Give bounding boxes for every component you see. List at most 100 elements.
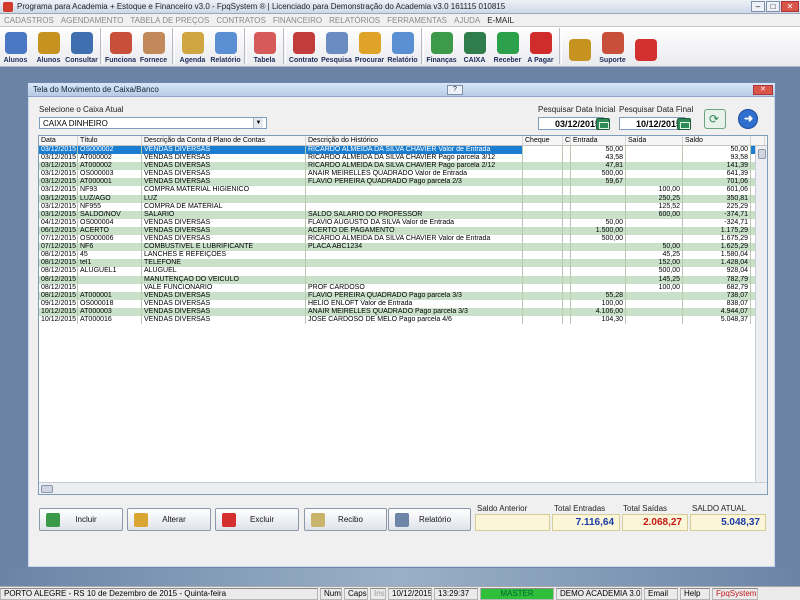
maximize-button[interactable]: □ bbox=[766, 1, 780, 12]
pay-money-icon bbox=[529, 32, 552, 54]
scroll-thumb[interactable] bbox=[41, 485, 53, 493]
table-row[interactable]: 07/12/2015 NF6 COMBUSTIVEL E LUBRIFICANTE P… bbox=[39, 243, 767, 252]
incluir-button[interactable]: Incluir bbox=[39, 508, 123, 531]
table-row[interactable]: 03/12/2015 AT000002 VENDAS DIVERSAS RICARDO… bbox=[39, 154, 767, 163]
movement-table[interactable]: Data Título Descrição da Conta d Plano de … bbox=[38, 135, 768, 495]
excluir-button[interactable]: Excluir bbox=[215, 508, 299, 531]
table-row[interactable]: 08/12/2015 MANUTENÇÃO DO VEÍCULO 145,25 782… bbox=[39, 275, 767, 284]
help-button[interactable]: ? bbox=[446, 84, 463, 95]
toolbar-separator bbox=[559, 28, 562, 64]
menu-item[interactable]: AGENDAMENTO bbox=[61, 16, 124, 25]
table-row[interactable]: 08/12/2015 VALE FUNCIONARIO PROF CARDOSO 10… bbox=[39, 283, 767, 292]
go-button[interactable]: ➜ bbox=[738, 109, 758, 129]
recibo-button[interactable]: Recibo bbox=[304, 508, 387, 531]
status-email-status[interactable]: Email bbox=[644, 587, 678, 600]
table-row[interactable]: 03/12/2015 NF955 COMPRA DE MATERIAL 125,52 2… bbox=[39, 202, 767, 211]
toolbar-button-alunos[interactable]: Alunos bbox=[0, 26, 31, 66]
table-row[interactable]: 10/12/2015 AT000016 VENDAS DIVERSAS JOSE CA… bbox=[39, 315, 767, 325]
column-header[interactable]: Descrição do Histórico bbox=[306, 136, 523, 145]
toolbar-button-fornece[interactable]: Fornece bbox=[138, 26, 169, 66]
table-cell bbox=[306, 202, 523, 211]
toolbar-button-exit[interactable] bbox=[630, 26, 661, 66]
toolbar-button-suporte[interactable]: Suporte bbox=[597, 26, 628, 66]
menu-item[interactable]: CADASTROS bbox=[4, 16, 54, 25]
table-row[interactable]: 09/12/2015 OS000018 VENDAS DIVERSAS HELIO E… bbox=[39, 299, 767, 308]
table-row[interactable]: 08/12/2015 ALUGUEL1 ALUGUEL 500,00 928,04 bbox=[39, 267, 767, 276]
search-icon bbox=[325, 32, 348, 54]
column-header[interactable]: Descrição da Conta d Plano de Contas bbox=[142, 136, 306, 145]
toolbar-button-contrato[interactable]: Contrato bbox=[288, 26, 319, 66]
report-icon bbox=[391, 32, 414, 54]
refresh-button[interactable]: ⟳ bbox=[704, 109, 726, 129]
column-header[interactable]: Saída bbox=[626, 136, 683, 145]
menu-item[interactable]: FINANCEIRO bbox=[273, 16, 322, 25]
toolbar-button-finan-as[interactable]: Finanças bbox=[426, 26, 457, 66]
table-row[interactable]: 03/12/2015 OS000003 VENDAS DIVERSAS ANAIR M… bbox=[39, 170, 767, 179]
refresh-icon: ⟳ bbox=[709, 112, 720, 126]
table-cell: 43,58 bbox=[571, 154, 626, 163]
menu-item[interactable]: AJUDA bbox=[454, 16, 480, 25]
table-row[interactable]: 03/12/2015 AT000002 VENDAS DIVERSAS RICARDO… bbox=[39, 162, 767, 171]
toolbar-button-procurar[interactable]: Procurar bbox=[354, 26, 385, 66]
table-row[interactable]: 08/12/2015 45 LANCHES E REFEIÇÕES 45,25 1.58… bbox=[39, 251, 767, 260]
column-header[interactable]: Entrada bbox=[571, 136, 626, 145]
column-header[interactable]: C bbox=[563, 136, 571, 145]
chevron-down-icon[interactable]: ▼ bbox=[253, 118, 263, 128]
table-cell: JOSE CARDOSO DE MELO Pago parcela 4/6 bbox=[306, 315, 523, 325]
vertical-scrollbar[interactable] bbox=[755, 146, 767, 484]
status-help-status[interactable]: Help bbox=[680, 587, 710, 600]
table-cell: VENDAS DIVERSAS bbox=[142, 146, 306, 155]
start-date-input[interactable]: 03/12/2015 bbox=[538, 117, 604, 130]
calendar-icon[interactable] bbox=[596, 118, 610, 130]
table-cell bbox=[563, 178, 571, 187]
toolbar-button-relat-rio[interactable]: Relatório bbox=[387, 26, 418, 66]
table-row[interactable]: 04/12/2015 OS000004 VENDAS DIVERSAS FLAVIO … bbox=[39, 218, 767, 227]
column-header[interactable]: Título bbox=[78, 136, 142, 145]
toolbar-button-funciona[interactable]: Funciona bbox=[105, 26, 136, 66]
close-button[interactable]: ✕ bbox=[781, 1, 799, 12]
table-row[interactable]: 03/12/2015 SALDO/NOV SALARIO SALDO SALARIO … bbox=[39, 210, 767, 219]
toolbar-button-receber[interactable]: Receber bbox=[492, 26, 523, 66]
scroll-thumb[interactable] bbox=[758, 149, 766, 159]
toolbar-button-consultar[interactable]: Consultar bbox=[65, 26, 98, 66]
column-header[interactable]: Saldo bbox=[683, 136, 751, 145]
table-row[interactable]: 10/12/2015 AT000003 VENDAS DIVERSAS ANAIR M… bbox=[39, 307, 767, 316]
table-row[interactable]: 03/12/2015 OS000002 VENDAS DIVERSAS RICARDO… bbox=[39, 146, 767, 155]
table-row[interactable]: 06/12/2015 ACERTO VENDAS DIVERSAS ACERTO DE… bbox=[39, 226, 767, 236]
end-date-input[interactable]: 10/12/2015 bbox=[619, 117, 685, 130]
table-cell: 03/12/2015 bbox=[41, 154, 78, 163]
alterar-button[interactable]: Alterar bbox=[127, 508, 211, 531]
calendar-icon[interactable] bbox=[677, 118, 691, 130]
table-row[interactable]: 03/12/2015 LUZ/AGO LUZ 250,25 350,81 bbox=[39, 194, 767, 203]
table-row[interactable]: 08/12/2015 tel1 TELEFONE 152,00 1.428,04 bbox=[39, 259, 767, 268]
menu-item[interactable]: E-MAIL bbox=[487, 16, 514, 25]
column-header[interactable]: Data bbox=[39, 136, 78, 145]
toolbar-button-pesquisa[interactable]: Pesquisa bbox=[321, 26, 352, 66]
toolbar-button-tabela[interactable]: Tabela bbox=[249, 26, 280, 66]
total-entries-value: 7.116,64 bbox=[552, 514, 620, 531]
table-row[interactable]: 03/12/2015 AT000001 VENDAS DIVERSAS FLAVIO … bbox=[39, 178, 767, 187]
menu-item[interactable]: RELATÓRIOS bbox=[329, 16, 380, 25]
menu-item[interactable]: FERRAMENTAS bbox=[387, 16, 447, 25]
table-row[interactable]: 08/12/2015 AT000001 VENDAS DIVERSAS FLAVIO … bbox=[39, 291, 767, 300]
column-header[interactable]: Cheque bbox=[523, 136, 563, 145]
toolbar-button-alunos[interactable]: Alunos bbox=[33, 26, 64, 66]
toolbar-button-coins[interactable] bbox=[564, 26, 595, 66]
dialog-close-button[interactable]: ✕ bbox=[752, 84, 773, 95]
status-brand-status[interactable]: FpqSystem bbox=[712, 587, 758, 600]
cash-select[interactable]: CAIXA DINHEIRO ▼ bbox=[39, 117, 267, 129]
menu-item[interactable]: CONTRATOS bbox=[216, 16, 265, 25]
table-cell bbox=[523, 170, 563, 179]
status-insert-mode: Ins bbox=[370, 587, 386, 600]
toolbar-button-a-pagar[interactable]: A Pagar bbox=[525, 26, 556, 66]
horizontal-scrollbar[interactable] bbox=[39, 482, 767, 494]
toolbar-button-agenda[interactable]: Agenda bbox=[177, 26, 208, 66]
menu-item[interactable]: TABELA DE PREÇOS bbox=[130, 16, 209, 25]
table-row[interactable]: 07/12/2015 OS000006 VENDAS DIVERSAS RICARDO… bbox=[39, 235, 767, 244]
toolbar-button-caixa[interactable]: CAIXA bbox=[459, 26, 490, 66]
minimize-button[interactable]: – bbox=[751, 1, 765, 12]
table-cell bbox=[523, 218, 563, 227]
relatorio-button[interactable]: Relatório bbox=[388, 508, 471, 531]
toolbar-button-relat-rio[interactable]: Relatório bbox=[210, 26, 241, 66]
table-row[interactable]: 03/12/2015 NF93 COMPRA MATERIAL HIGIENICO 1… bbox=[39, 186, 767, 195]
